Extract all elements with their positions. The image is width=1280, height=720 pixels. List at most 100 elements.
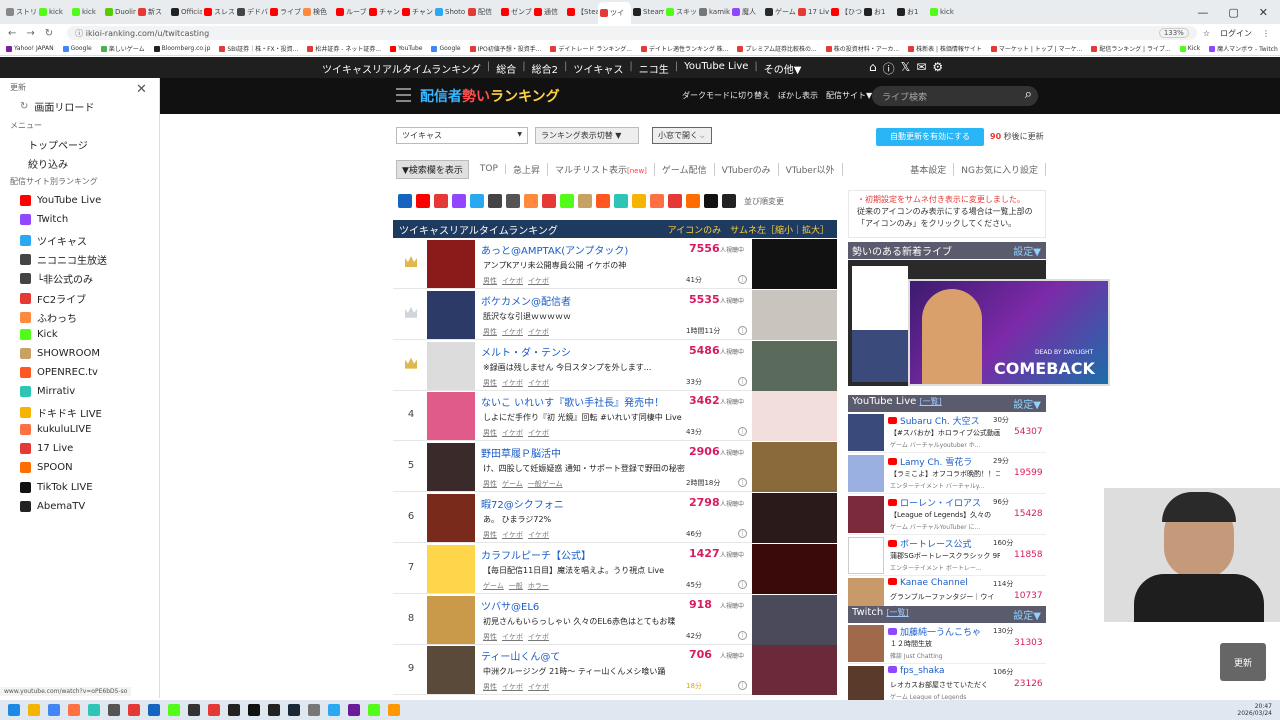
- browser-tab[interactable]: お1: [862, 3, 895, 21]
- streamer-avatar[interactable]: [427, 595, 475, 644]
- top-page-item[interactable]: トップページ: [28, 137, 88, 152]
- browser-tab[interactable]: ライブ: [268, 3, 301, 21]
- channel-avatar[interactable]: [848, 414, 884, 451]
- update-button[interactable]: 更新: [1220, 643, 1266, 681]
- profile-login[interactable]: ログイン: [1220, 28, 1252, 39]
- browser-tab[interactable]: ストリ: [4, 3, 37, 21]
- platform-filter-icon[interactable]: [632, 194, 646, 208]
- twitch-settings[interactable]: 設定▼: [1013, 607, 1041, 622]
- filter-link[interactable]: NGお気に入り設定: [954, 162, 1046, 176]
- bookmark-item[interactable]: デイトレード ランキング...: [550, 44, 632, 53]
- browser-tab[interactable]: kick: [928, 3, 961, 21]
- tag-link[interactable]: イケボ: [502, 429, 523, 437]
- platform-filter-icon[interactable]: [668, 194, 682, 208]
- youtube-list-link[interactable]: [一覧]: [919, 397, 941, 406]
- bookmark-item[interactable]: 魔人マンボウ - Twitch: [1209, 44, 1278, 53]
- new-live-thumb[interactable]: [852, 266, 908, 332]
- channel-avatar[interactable]: [848, 455, 884, 492]
- bookmark-item[interactable]: 配信ランキング | ライブ...: [1091, 44, 1171, 53]
- streamer-avatar[interactable]: [427, 494, 475, 542]
- streamer-name[interactable]: あっと@AMPTAK(アンプタック): [481, 242, 628, 257]
- tag-link[interactable]: イケボ: [502, 277, 523, 285]
- taskbar-app-icon[interactable]: [128, 704, 140, 716]
- browser-tab[interactable]: ツイ: [598, 2, 631, 24]
- site-ranking-item[interactable]: Mirrativ: [20, 386, 75, 397]
- streamer-name[interactable]: メルト・ダ・テンシ: [481, 344, 571, 359]
- tag-link[interactable]: 男性: [483, 277, 497, 285]
- search-toggle-button[interactable]: ▼検索欄を表示: [396, 159, 469, 179]
- tag-link[interactable]: ゲーム: [483, 582, 504, 590]
- more-options-icon[interactable]: ⋮: [738, 376, 747, 386]
- youtube-stream-row[interactable]: Subaru Ch. 大空ス 30分 【#スバおか】ホロライブ公式動画 ゲーム バーチ…: [848, 413, 1046, 453]
- streamer-avatar[interactable]: [427, 341, 475, 390]
- browser-tab[interactable]: デドバ: [235, 3, 268, 21]
- bookmark-item[interactable]: 株新表 | 株価情報サイト: [908, 44, 982, 53]
- hover-preview-popup[interactable]: DEAD BY DAYLIGHT COMEBACK: [908, 279, 1110, 386]
- ranking-row[interactable]: ボケカメン@配信者 5535 人視聴中 舐沢なな引退ｗｗｗｗｗ 男性 イケボ イケボ 1時間1…: [393, 289, 837, 340]
- taskbar-app-icon[interactable]: [148, 704, 160, 716]
- taskbar-app-icon[interactable]: [68, 704, 80, 716]
- bookmark-item[interactable]: 松井証券 - ネット証券...: [307, 44, 381, 53]
- tag-link[interactable]: ホラー: [528, 582, 549, 590]
- taskbar-app-icon[interactable]: [308, 704, 320, 716]
- platform-filter-icon[interactable]: [488, 194, 502, 208]
- channel-name[interactable]: ローレン・イロアス: [888, 496, 981, 509]
- site-info-icon[interactable]: ⓘ: [75, 28, 86, 39]
- site-ranking-item[interactable]: OPENREC.tv: [20, 366, 98, 378]
- site-ranking-item[interactable]: kukuluLIVE: [20, 424, 91, 436]
- platform-filter-icon[interactable]: [560, 194, 574, 208]
- channel-avatar[interactable]: [848, 496, 884, 533]
- site-top-link[interactable]: その他▼: [764, 61, 802, 76]
- platform-filter-icon[interactable]: [614, 194, 628, 208]
- mail-icon[interactable]: ✉: [916, 60, 926, 77]
- platform-filter-icon[interactable]: [506, 194, 520, 208]
- tag-link[interactable]: 男性: [483, 633, 497, 641]
- forward-icon[interactable]: →: [26, 28, 34, 39]
- channel-avatar[interactable]: [848, 666, 884, 703]
- more-options-icon[interactable]: ⋮: [738, 681, 747, 691]
- site-ranking-item[interactable]: ニコニコ生放送: [20, 252, 107, 267]
- bookmark-item[interactable]: Google: [431, 45, 461, 52]
- more-options-icon[interactable]: ⋮: [738, 529, 747, 538]
- platform-filter-icon[interactable]: [704, 194, 718, 208]
- platform-filter-icon[interactable]: [542, 194, 556, 208]
- platform-filter-icon[interactable]: [596, 194, 610, 208]
- site-top-link[interactable]: 総合: [496, 61, 516, 76]
- open-in-select[interactable]: 小窓で開く ⌵: [652, 127, 712, 144]
- ranking-row[interactable]: 4 ないこ いれいす『歌い手社長』発売中！ 3462 人視聴中 しよにだ手作り『初 光鏡…: [393, 391, 837, 442]
- stream-thumbnail[interactable]: [752, 239, 837, 289]
- ranking-toggle-button[interactable]: ランキング表示切替 ▼: [535, 127, 639, 144]
- platform-filter-icon[interactable]: [452, 194, 466, 208]
- streamer-avatar[interactable]: [427, 646, 475, 695]
- browser-tab[interactable]: kamik: [697, 3, 730, 21]
- tag-link[interactable]: イケボ: [528, 633, 549, 641]
- stream-thumbnail[interactable]: [752, 442, 837, 493]
- more-options-icon[interactable]: ⋮: [738, 427, 747, 437]
- url-field[interactable]: ⓘ ikioi-ranking.com/u/twitcasting 133%: [67, 26, 1197, 40]
- menu-icon[interactable]: ⋮: [1262, 29, 1270, 38]
- bookmark-item[interactable]: YouTube: [390, 45, 422, 52]
- reload-icon[interactable]: ↻: [45, 28, 53, 39]
- taskbar-app-icon[interactable]: [288, 704, 300, 716]
- filter-link[interactable]: VTuber以外: [779, 162, 843, 176]
- channel-avatar[interactable]: [848, 625, 884, 662]
- taskbar-app-icon[interactable]: [88, 704, 100, 716]
- platform-filter-icon[interactable]: [686, 194, 700, 208]
- blur-link[interactable]: ぼかし表示: [778, 90, 818, 101]
- streamer-avatar[interactable]: [427, 443, 475, 492]
- browser-tab[interactable]: スレス: [202, 3, 235, 21]
- bookmark-item[interactable]: デイトレ適性ランキング 株...: [640, 44, 728, 53]
- filter-link[interactable]: ゲーム配信: [655, 162, 715, 176]
- twitch-list-link[interactable]: [一覧]: [886, 608, 908, 617]
- taskbar-app-icon[interactable]: [188, 704, 200, 716]
- new-live-thumb[interactable]: [852, 330, 908, 382]
- channel-name[interactable]: 加藤純一うんこちゃ: [888, 625, 981, 638]
- tag-link[interactable]: イケボ: [502, 683, 523, 691]
- site-ranking-item[interactable]: Kick: [20, 328, 58, 340]
- platform-select[interactable]: ツイキャス ▼: [396, 127, 528, 144]
- bookmark-star-icon[interactable]: ☆: [1203, 29, 1210, 38]
- tag-link[interactable]: 男性: [483, 328, 497, 336]
- site-ranking-item[interactable]: ふわっち: [20, 310, 77, 325]
- platform-filter-icon[interactable]: [722, 194, 736, 208]
- taskbar-app-icon[interactable]: [248, 704, 260, 716]
